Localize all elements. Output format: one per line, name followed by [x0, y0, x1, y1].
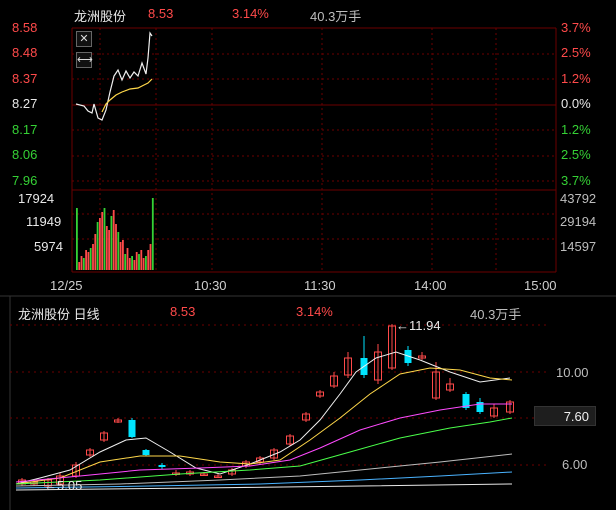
- stock-chart-canvas: [0, 27, 616, 510]
- pct-tick: 3.7%: [561, 20, 591, 35]
- volume-bar: [96, 222, 99, 270]
- moving-average-line: [15, 403, 512, 483]
- volume-bar: [133, 260, 136, 270]
- pct-tick: 3.7%: [561, 173, 591, 188]
- volume-bar: [105, 226, 108, 270]
- volume-tick: 14597: [560, 239, 597, 254]
- daily-stock-name: 龙洲股份 日线: [18, 307, 100, 322]
- volume-bar: [112, 210, 115, 270]
- time-tick: 14:00: [414, 278, 447, 293]
- volume-bar: [92, 244, 94, 270]
- intraday-volume: 40.3万手: [310, 9, 362, 24]
- volume-bar: [89, 248, 92, 270]
- candle-body: [128, 420, 136, 437]
- volume-bar: [124, 254, 127, 270]
- expand-horizontal-icon[interactable]: ⟷: [76, 52, 93, 68]
- daily-axis-tick: 10.00: [556, 365, 589, 380]
- volume-bar: [108, 230, 110, 270]
- pct-tick: 1.2%: [561, 71, 591, 86]
- price-tick: 8.17: [12, 122, 38, 137]
- volume-bar: [85, 250, 87, 270]
- volume-tick: 11949: [26, 214, 62, 229]
- daily-axis-tick: 6.00: [562, 457, 588, 472]
- volume-bar: [101, 212, 104, 270]
- close-icon[interactable]: ✕: [76, 31, 92, 47]
- volume-bar: [94, 234, 97, 270]
- low-annotation-value: 5.05: [57, 478, 83, 493]
- volume-bar: [131, 256, 133, 270]
- price-tick: 8.06: [12, 147, 38, 162]
- volume-bar: [142, 258, 145, 270]
- volume-bar: [126, 248, 129, 270]
- price-tick: 8.48: [12, 45, 38, 60]
- pct-tick: 1.2%: [561, 122, 591, 137]
- volume-tick: 17924: [18, 191, 55, 206]
- volume-bar: [99, 218, 101, 270]
- volume-bar: [110, 216, 113, 270]
- daily-change-pct: 3.14%: [296, 304, 333, 319]
- moving-average-line: [15, 367, 513, 485]
- volume-bar: [115, 224, 117, 270]
- high-annotation: ←11.94: [396, 318, 441, 333]
- pct-tick: 0.0%: [561, 96, 591, 111]
- price-tick: 8.58: [12, 20, 38, 35]
- volume-bar: [117, 232, 120, 270]
- time-tick: 11:30: [304, 278, 336, 293]
- current-price-value: 7.60: [563, 409, 589, 424]
- pct-tick: 2.5%: [561, 45, 591, 60]
- daily-price: 8.53: [170, 304, 196, 319]
- volume-bar: [138, 254, 140, 270]
- volume-tick: 43792: [560, 191, 597, 206]
- volume-tick: 5974: [34, 239, 63, 254]
- volume-bar: [82, 258, 85, 270]
- candle-body: [158, 465, 166, 467]
- volume-bar: [80, 256, 83, 270]
- volume-bar: [147, 250, 150, 270]
- time-tick: 15:00: [524, 278, 557, 293]
- daily-volume: 40.3万手: [470, 307, 522, 322]
- volume-tick: 29194: [560, 214, 597, 229]
- left-arrow-icon: ←: [44, 478, 57, 493]
- volume-bar: [145, 256, 147, 270]
- price-tick: 7.96: [12, 173, 38, 188]
- intraday-price: 8.53: [148, 6, 174, 21]
- volume-bar: [151, 198, 154, 270]
- volume-bar: [76, 208, 78, 270]
- high-annotation-value: 11.94: [409, 318, 441, 333]
- volume-bar: [119, 242, 122, 270]
- low-annotation: ←5.05: [44, 478, 82, 493]
- left-arrow-icon: ←: [396, 318, 409, 333]
- volume-bar: [122, 240, 124, 270]
- intraday-change-pct: 3.14%: [232, 6, 269, 21]
- price-tick: 8.37: [12, 71, 38, 86]
- price-tick: 8.27: [12, 96, 38, 111]
- time-tick: 10:30: [194, 278, 227, 293]
- pct-tick: 2.5%: [561, 147, 591, 162]
- volume-bar: [78, 262, 81, 270]
- time-tick: 12/25: [50, 278, 83, 293]
- volume-bar: [149, 244, 152, 270]
- volume-bar: [87, 252, 90, 270]
- volume-bar: [128, 258, 131, 270]
- intraday-stock-name: 龙洲股份: [74, 9, 127, 24]
- candle-body: [142, 450, 150, 455]
- current-price-tag: 7.60: [534, 406, 596, 426]
- volume-bar: [140, 250, 143, 270]
- volume-bar: [135, 252, 138, 270]
- volume-bar: [103, 208, 106, 270]
